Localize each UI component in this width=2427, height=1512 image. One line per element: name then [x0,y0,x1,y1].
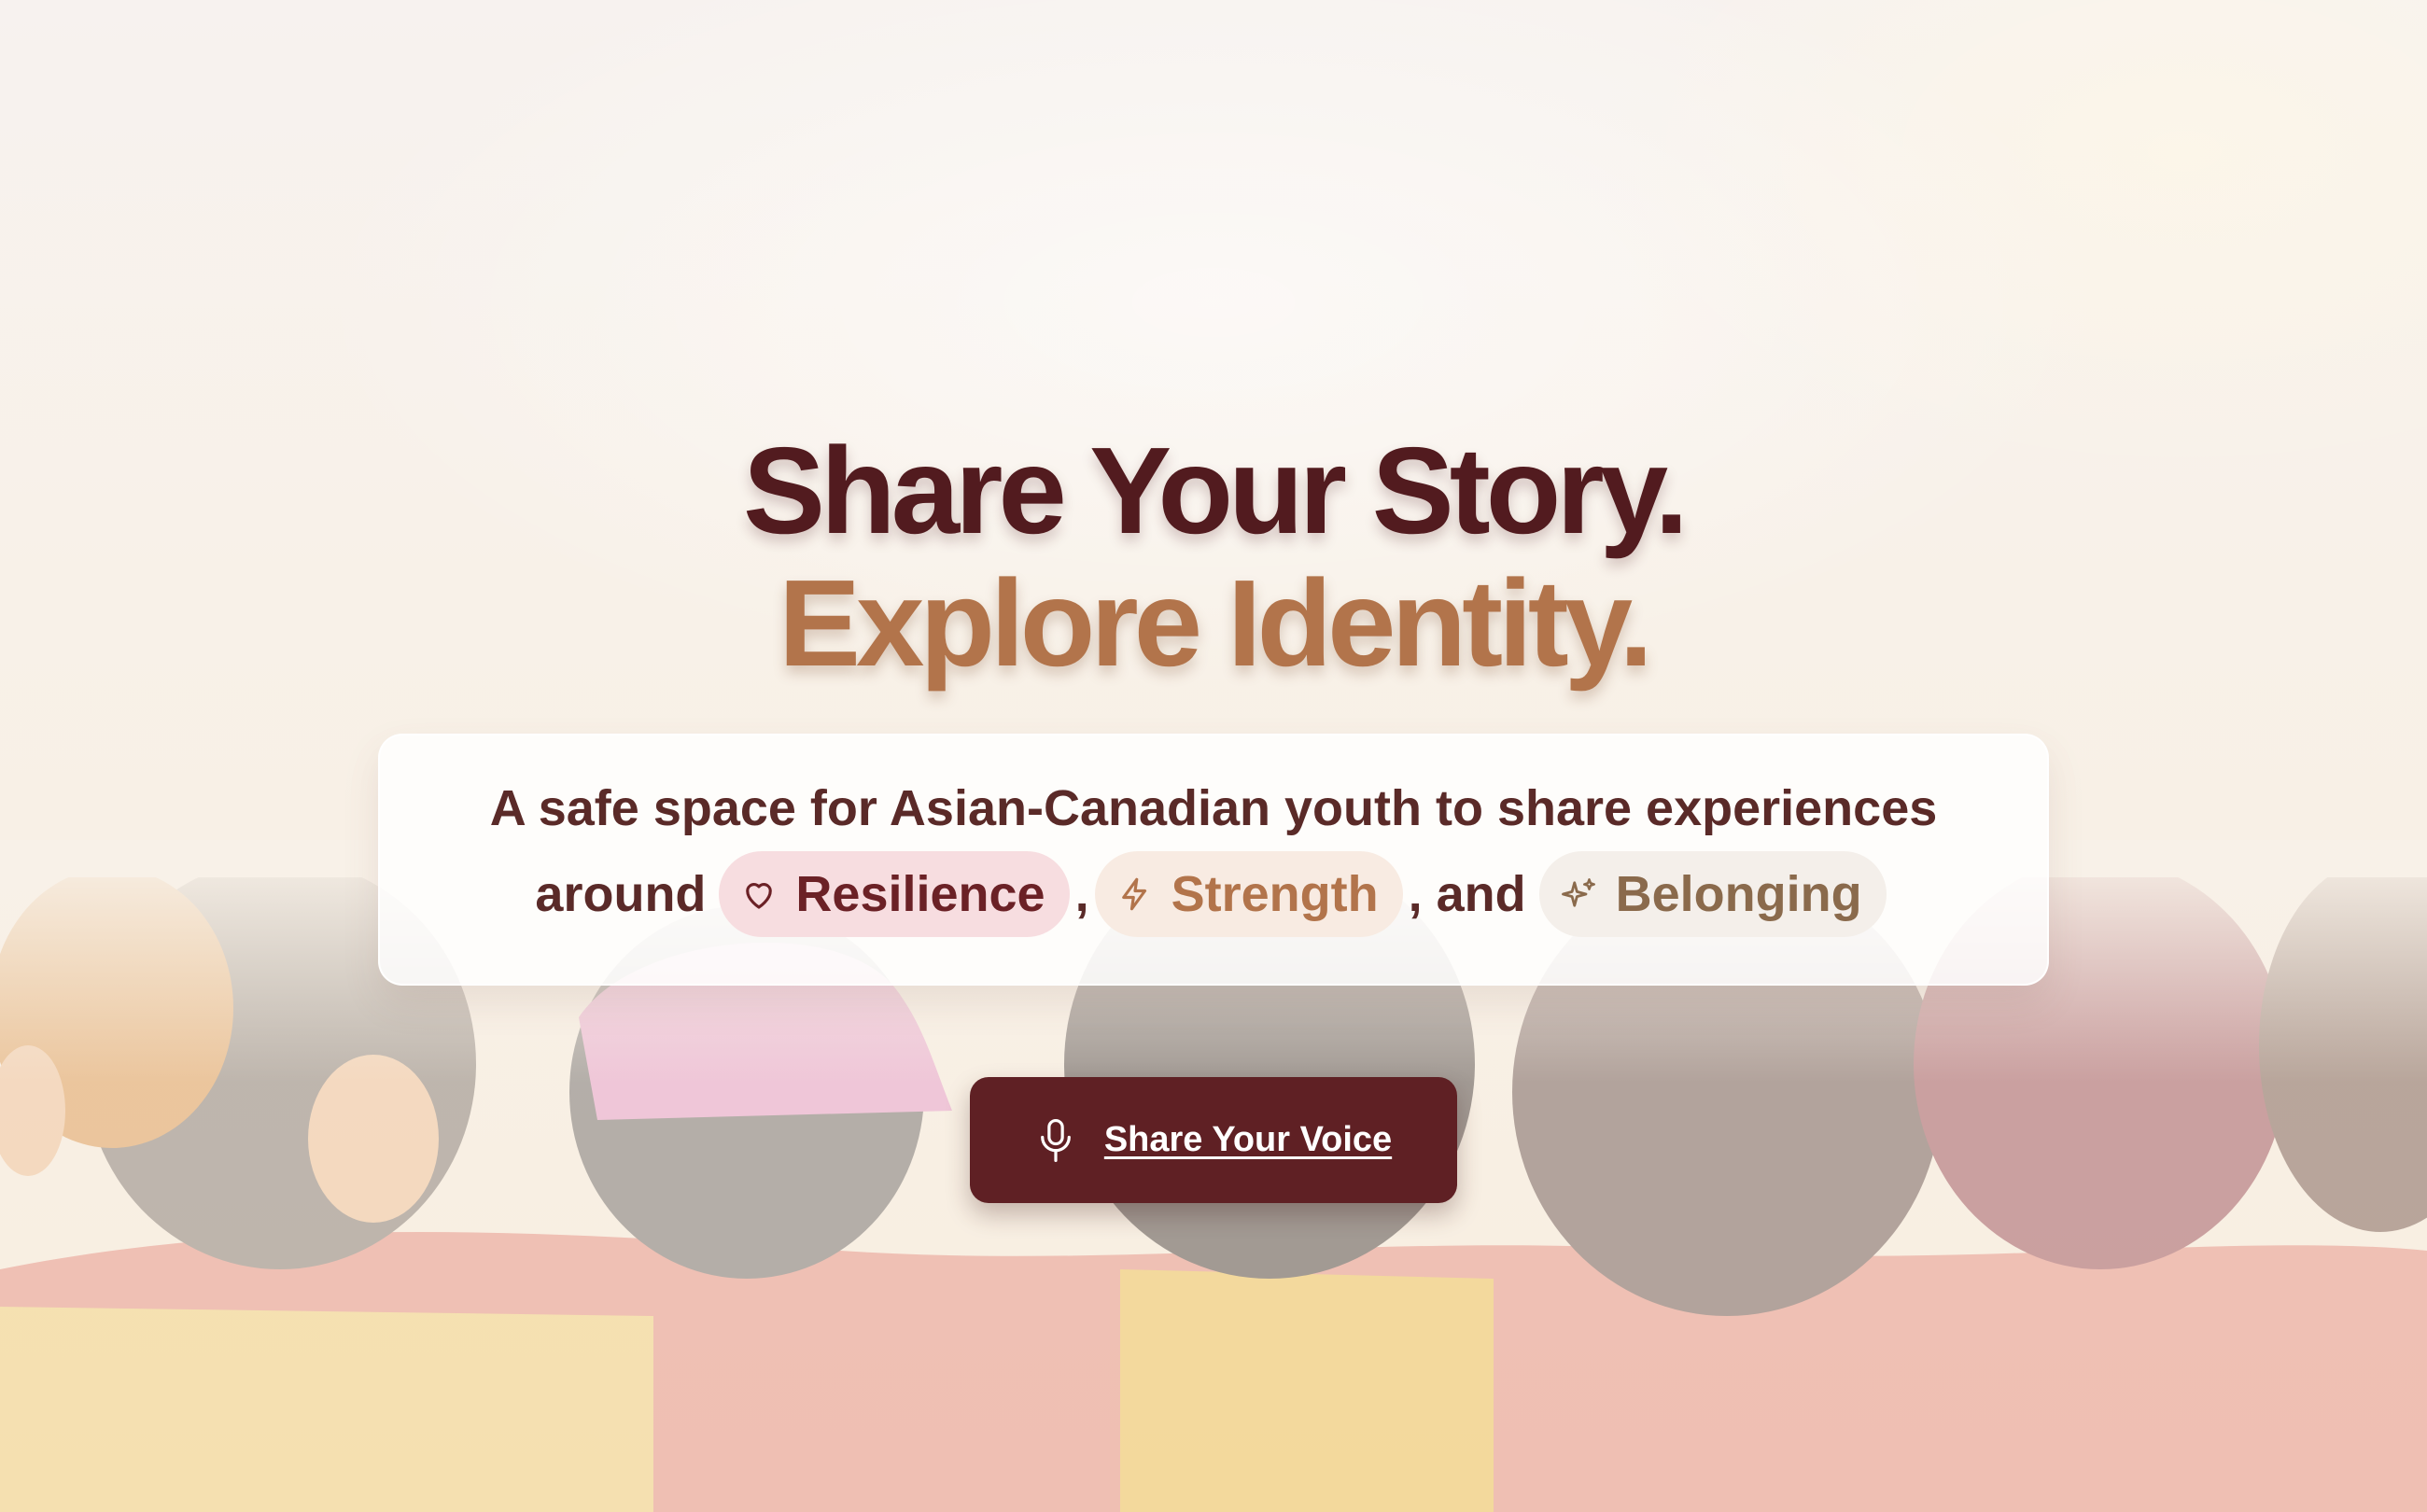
tagline-card: A safe space for Asian-Canadian youth to… [378,734,2049,986]
tagline-comma: , [1074,866,1089,922]
share-your-voice-label: Share Your Voice [1103,1120,1393,1159]
pill-strength: Strength [1094,851,1403,937]
sparkles-icon [1561,878,1595,907]
tagline-and: , and [1408,866,1526,922]
lightning-icon [1121,877,1146,911]
hero-section: Share Your Story. Explore Identity. [0,425,2427,690]
pill-belonging: Belonging [1538,851,1887,937]
microphone-icon [1040,1118,1071,1162]
pill-belonging-label: Belonging [1615,866,1862,922]
pill-resilience: Resilience [719,851,1070,937]
heart-icon [746,883,773,909]
pill-resilience-label: Resilience [795,866,1045,922]
headline-primary: Share Your Story. [743,422,1689,559]
tagline-line-1: A safe space for Asian-Canadian youth to… [489,780,1938,836]
tagline-around: around [535,866,707,922]
headline-accent: Explore Identity. [778,554,1653,692]
tagline-line-2: around Resilience , Strength , and Belon… [380,851,2047,937]
pill-strength-label: Strength [1171,866,1379,922]
share-your-voice-button[interactable]: Share Your Voice [970,1077,1457,1203]
